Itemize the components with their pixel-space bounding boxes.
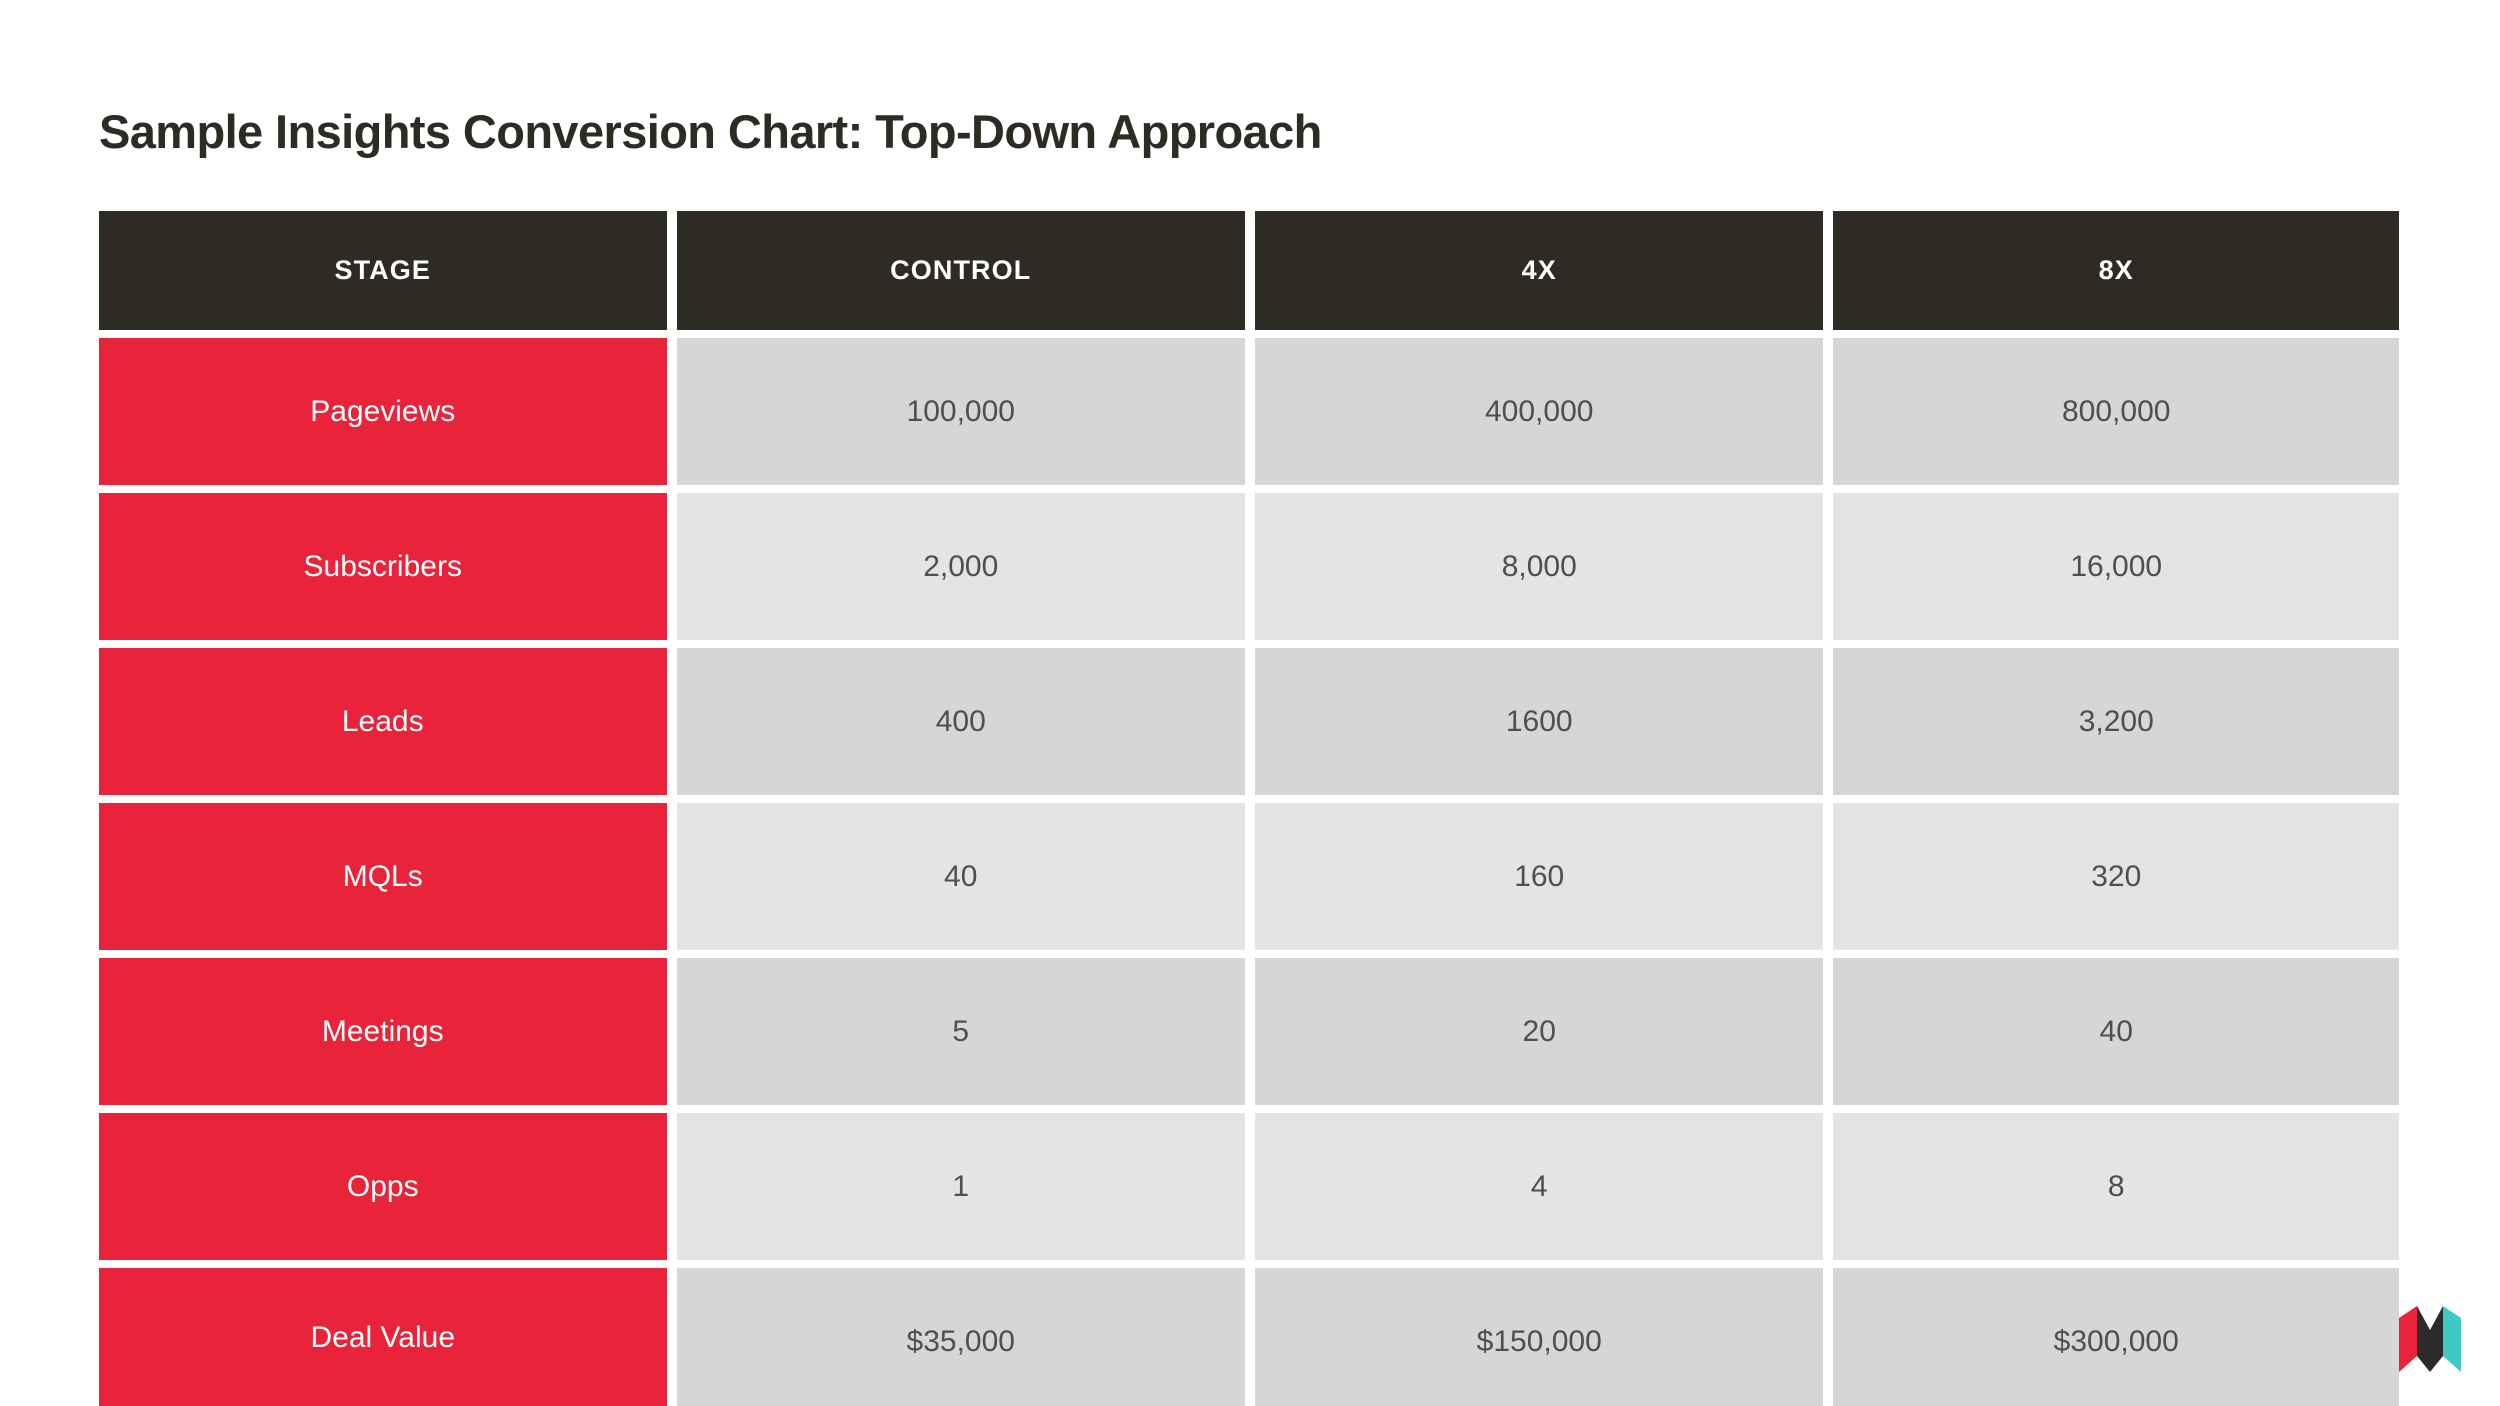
value-pageviews-control: 100,000 [676, 338, 1245, 485]
table-row: Pageviews 100,000 400,000 800,000 [99, 338, 2399, 485]
value-subscribers-control: 2,000 [676, 493, 1245, 640]
value-leads-8x: 3,200 [1833, 648, 2399, 795]
value-pageviews-4x: 400,000 [1254, 338, 1824, 485]
stage-label-subscribers: Subscribers [99, 493, 667, 640]
column-header-stage: STAGE [99, 211, 667, 330]
value-deal-value-8x: $300,000 [1833, 1268, 2399, 1406]
slide-canvas: Sample Insights Conversion Chart: Top-Do… [0, 0, 2500, 1406]
page-title: Sample Insights Conversion Chart: Top-Do… [99, 105, 1322, 158]
value-leads-4x: 1600 [1254, 648, 1824, 795]
column-header-control: CONTROL [676, 211, 1245, 330]
table-row: Leads 400 1600 3,200 [99, 648, 2399, 795]
conversion-table: STAGE CONTROL 4X 8X Pageviews 100,000 40… [99, 211, 2399, 1406]
value-pageviews-8x: 800,000 [1833, 338, 2399, 485]
column-header-8x: 8X [1833, 211, 2399, 330]
value-meetings-4x: 20 [1254, 958, 1824, 1105]
value-meetings-8x: 40 [1833, 958, 2399, 1105]
stage-label-deal-value: Deal Value [99, 1268, 667, 1406]
table-row: Subscribers 2,000 8,000 16,000 [99, 493, 2399, 640]
table-row: Meetings 5 20 40 [99, 958, 2399, 1105]
value-deal-value-4x: $150,000 [1254, 1268, 1824, 1406]
value-mqls-control: 40 [676, 803, 1245, 950]
table-row: Opps 1 4 8 [99, 1113, 2399, 1260]
table-row: MQLs 40 160 320 [99, 803, 2399, 950]
value-opps-4x: 4 [1254, 1113, 1824, 1260]
stage-label-meetings: Meetings [99, 958, 667, 1105]
brand-logo-icon [2399, 1306, 2461, 1372]
value-opps-control: 1 [676, 1113, 1245, 1260]
stage-label-pageviews: Pageviews [99, 338, 667, 485]
stage-label-opps: Opps [99, 1113, 667, 1260]
value-mqls-4x: 160 [1254, 803, 1824, 950]
value-leads-control: 400 [676, 648, 1245, 795]
table-row: Deal Value $35,000 $150,000 $300,000 [99, 1268, 2399, 1406]
column-header-4x: 4X [1254, 211, 1824, 330]
value-mqls-8x: 320 [1833, 803, 2399, 950]
table-header-row: STAGE CONTROL 4X 8X [99, 211, 2399, 330]
value-subscribers-4x: 8,000 [1254, 493, 1824, 640]
value-opps-8x: 8 [1833, 1113, 2399, 1260]
stage-label-mqls: MQLs [99, 803, 667, 950]
stage-label-leads: Leads [99, 648, 667, 795]
value-subscribers-8x: 16,000 [1833, 493, 2399, 640]
value-meetings-control: 5 [676, 958, 1245, 1105]
value-deal-value-control: $35,000 [676, 1268, 1245, 1406]
